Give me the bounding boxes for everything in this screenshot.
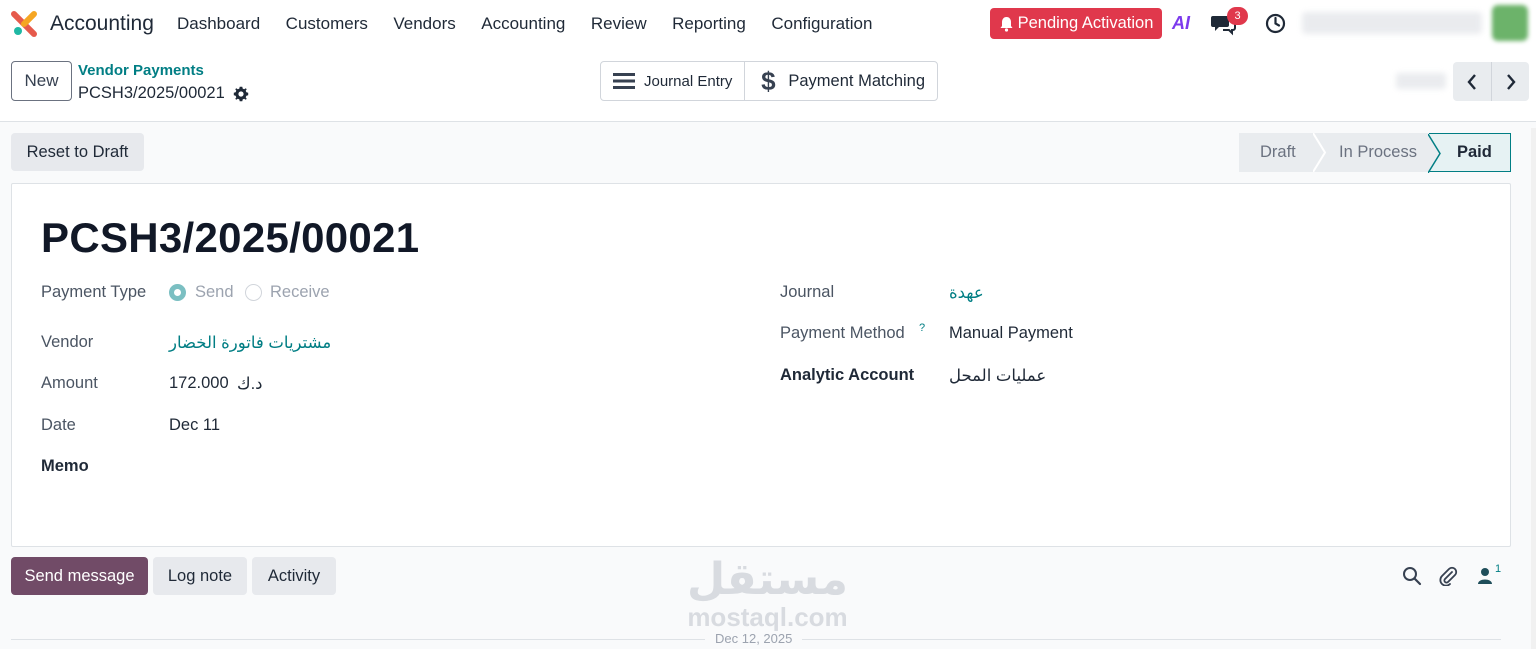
date-value: Dec 11 bbox=[169, 416, 221, 434]
menu-accounting[interactable]: Accounting bbox=[481, 14, 565, 34]
app-name[interactable]: Accounting bbox=[50, 12, 154, 36]
amount-currency: د.ك bbox=[237, 375, 263, 393]
stage-paid-label: Paid bbox=[1457, 143, 1492, 161]
menu-dashboard[interactable]: Dashboard bbox=[177, 14, 260, 34]
record-title: PCSH3/2025/00021 bbox=[41, 214, 420, 261]
followers-count: 1 bbox=[1495, 563, 1502, 575]
menu-reporting[interactable]: Reporting bbox=[672, 14, 746, 34]
stage-in-process-label: In Process bbox=[1339, 143, 1417, 161]
ai-icon[interactable]: AI bbox=[1172, 13, 1196, 35]
date-label: Date bbox=[41, 416, 76, 434]
ai-label: AI bbox=[1172, 13, 1190, 33]
amount-label: Amount bbox=[41, 374, 98, 392]
accounting-app-icon[interactable] bbox=[11, 11, 37, 37]
pager-value[interactable] bbox=[1396, 73, 1446, 89]
new-button[interactable]: New bbox=[11, 61, 72, 101]
stage-in-process[interactable]: In Process bbox=[1313, 133, 1429, 172]
control-panel: New Vendor Payments PCSH3/2025/00021 Jou… bbox=[0, 48, 1536, 122]
bell-icon bbox=[1000, 16, 1013, 32]
chevron-left-icon bbox=[1467, 73, 1476, 90]
main-menu: Dashboard Customers Vendors Accounting R… bbox=[177, 0, 898, 48]
payment-type-label: Payment Type bbox=[41, 283, 147, 301]
journal-link[interactable]: عهدة bbox=[949, 283, 984, 303]
clock-icon[interactable] bbox=[1265, 13, 1286, 34]
send-message-button[interactable]: Send message bbox=[11, 557, 148, 595]
chat-badge: 3 bbox=[1227, 7, 1248, 25]
reset-to-draft-button[interactable]: Reset to Draft bbox=[11, 133, 144, 171]
radio-receive[interactable] bbox=[245, 284, 262, 301]
list-icon bbox=[613, 73, 635, 89]
stage-separator bbox=[1428, 134, 1441, 173]
company-switcher[interactable] bbox=[1302, 12, 1482, 34]
payment-matching-button[interactable]: $ Payment Matching bbox=[744, 62, 937, 100]
pending-activation-button[interactable]: Pending Activation bbox=[990, 8, 1162, 39]
top-navbar: Accounting Dashboard Customers Vendors A… bbox=[0, 0, 1536, 48]
radio-send-label[interactable]: Send bbox=[195, 283, 234, 302]
journal-entry-label: Journal Entry bbox=[644, 72, 733, 90]
payment-matching-label: Payment Matching bbox=[788, 71, 926, 90]
pending-activation-label: Pending Activation bbox=[1017, 14, 1154, 32]
activity-button[interactable]: Activity bbox=[252, 557, 336, 595]
help-tooltip-icon[interactable]: ? bbox=[919, 322, 925, 334]
stage-separator bbox=[1313, 133, 1327, 172]
search-icon[interactable] bbox=[1402, 566, 1422, 586]
smart-buttons: Journal Entry $ Payment Matching bbox=[600, 61, 939, 101]
watermark-latin: mostaql.com bbox=[687, 602, 848, 632]
menu-configuration[interactable]: Configuration bbox=[771, 14, 872, 34]
user-avatar[interactable] bbox=[1492, 5, 1528, 41]
analytic-account-label: Analytic Account bbox=[780, 366, 915, 384]
journal-label: Journal bbox=[780, 283, 835, 301]
vendor-link[interactable]: مشتريات فاتورة الخضار bbox=[169, 333, 331, 353]
stage-draft[interactable]: Draft bbox=[1239, 133, 1313, 172]
breadcrumb-parent[interactable]: Vendor Payments bbox=[78, 62, 204, 79]
analytic-account-value: عمليات المحل bbox=[949, 367, 1047, 385]
memo-label: Memo bbox=[41, 457, 89, 475]
radio-receive-label[interactable]: Receive bbox=[270, 283, 330, 302]
paperclip-icon[interactable] bbox=[1438, 566, 1458, 586]
menu-vendors[interactable]: Vendors bbox=[393, 14, 455, 34]
amount-value: 172.000 bbox=[169, 374, 229, 392]
followers-icon[interactable] bbox=[1476, 566, 1496, 586]
menu-review[interactable]: Review bbox=[591, 14, 647, 34]
pager-next-button[interactable] bbox=[1491, 62, 1529, 101]
journal-entry-button[interactable]: Journal Entry bbox=[601, 62, 744, 100]
dollar-icon: $ bbox=[761, 65, 776, 96]
payment-method-value: Manual Payment bbox=[949, 324, 1073, 342]
watermark: مستقل mostaql.com bbox=[680, 555, 855, 632]
breadcrumb-current: PCSH3/2025/00021 bbox=[78, 84, 249, 103]
radio-send[interactable] bbox=[169, 284, 186, 301]
status-bar: Draft In Process Paid bbox=[1239, 133, 1511, 173]
date-separator: Dec 12, 2025 bbox=[705, 631, 803, 646]
menu-customers[interactable]: Customers bbox=[286, 14, 368, 34]
vendor-label: Vendor bbox=[41, 333, 94, 351]
payment-method-label: Payment Method bbox=[780, 324, 905, 342]
log-note-button[interactable]: Log note bbox=[153, 557, 247, 595]
stage-paid[interactable]: Paid bbox=[1428, 133, 1511, 173]
stage-draft-label: Draft bbox=[1260, 143, 1296, 161]
pager-previous-button[interactable] bbox=[1453, 62, 1491, 101]
watermark-arabic: مستقل bbox=[687, 555, 848, 604]
gear-icon[interactable] bbox=[233, 86, 249, 102]
scrollbar[interactable] bbox=[1531, 128, 1536, 649]
breadcrumb-current-label: PCSH3/2025/00021 bbox=[78, 84, 225, 102]
chevron-right-icon bbox=[1506, 73, 1516, 90]
